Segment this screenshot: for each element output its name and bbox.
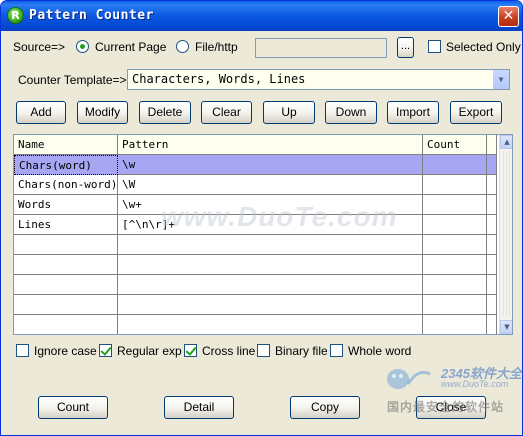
radio-file-http[interactable] <box>176 40 189 53</box>
row-name <box>14 315 118 334</box>
selected-only-label[interactable]: Selected Only <box>446 40 521 54</box>
table-row[interactable] <box>14 275 497 295</box>
row-count <box>423 275 487 295</box>
row-pattern <box>118 315 423 334</box>
source-label: Source=> <box>13 40 66 54</box>
ignore-case-checkbox[interactable] <box>16 344 29 357</box>
whole-word-checkbox[interactable] <box>330 344 343 357</box>
row-filler <box>487 315 497 334</box>
scrollbar-thumb[interactable] <box>501 151 512 316</box>
delete-button[interactable]: Delete <box>139 101 191 124</box>
ignore-case-label[interactable]: Ignore case <box>34 344 97 358</box>
watermark-logo-icon <box>387 369 431 389</box>
row-filler <box>487 215 497 235</box>
count-button[interactable]: Count <box>38 396 108 419</box>
counter-template-label: Counter Template=> <box>18 73 127 87</box>
row-filler <box>487 275 497 295</box>
row-pattern <box>118 255 423 275</box>
row-count <box>423 175 487 195</box>
row-name: Words <box>14 195 118 215</box>
scroll-up-icon[interactable]: ▲ <box>500 135 512 149</box>
table-row[interactable] <box>14 235 497 255</box>
row-filler <box>487 175 497 195</box>
row-filler <box>487 195 497 215</box>
down-button[interactable]: Down <box>325 101 377 124</box>
source-path-input[interactable] <box>255 38 387 58</box>
row-name <box>14 255 118 275</box>
row-filler <box>487 255 497 275</box>
radio-current-page-label[interactable]: Current Page <box>95 40 166 54</box>
radio-file-http-label[interactable]: File/http <box>195 40 238 54</box>
table-header: Name Pattern Count <box>14 135 497 155</box>
row-name: Lines <box>14 215 118 235</box>
counter-template-value: Characters, Words, Lines <box>132 72 306 86</box>
pattern-table[interactable]: Name Pattern Count Chars(word) \w Chars(… <box>13 134 513 335</box>
table-row[interactable]: Chars(word) \w <box>14 155 497 175</box>
row-pattern: \W <box>118 175 423 195</box>
window-title: Pattern Counter <box>29 8 154 23</box>
import-button[interactable]: Import <box>387 101 439 124</box>
row-count <box>423 235 487 255</box>
watermark-url: www.DuoTe.com <box>441 379 509 389</box>
title-bar[interactable]: R Pattern Counter ✕ <box>1 1 522 31</box>
table-vertical-scrollbar[interactable]: ▲ ▼ <box>499 135 512 334</box>
detail-button[interactable]: Detail <box>164 396 234 419</box>
table-row[interactable] <box>14 255 497 275</box>
column-header-filler <box>487 135 497 155</box>
row-filler <box>487 235 497 255</box>
cross-line-label[interactable]: Cross line <box>202 344 255 358</box>
chevron-down-icon[interactable]: ▼ <box>492 70 509 89</box>
row-count <box>423 195 487 215</box>
row-name: Chars(word) <box>14 155 118 175</box>
table-row[interactable] <box>14 315 497 334</box>
up-button[interactable]: Up <box>263 101 315 124</box>
column-header-pattern[interactable]: Pattern <box>118 135 423 155</box>
column-header-name[interactable]: Name <box>14 135 118 155</box>
column-header-count[interactable]: Count <box>423 135 487 155</box>
row-name <box>14 295 118 315</box>
selected-only-checkbox[interactable] <box>428 40 441 53</box>
add-button[interactable]: Add <box>16 101 66 124</box>
table-row[interactable] <box>14 295 497 315</box>
row-count <box>423 295 487 315</box>
row-name: Chars(non-word) <box>14 175 118 195</box>
close-window-button[interactable]: ✕ <box>498 6 519 27</box>
row-filler <box>487 295 497 315</box>
table-row[interactable]: Chars(non-word) \W <box>14 175 497 195</box>
pattern-counter-window: R Pattern Counter ✕ Source=> Current Pag… <box>0 0 523 436</box>
export-button[interactable]: Export <box>450 101 502 124</box>
row-name <box>14 275 118 295</box>
row-filler <box>487 155 497 175</box>
counter-template-select[interactable]: Characters, Words, Lines ▼ <box>127 69 510 90</box>
row-count <box>423 155 487 175</box>
clear-button[interactable]: Clear <box>201 101 252 124</box>
app-icon: R <box>7 7 24 24</box>
watermark-text: www.DuoTe.com <box>161 201 398 232</box>
row-pattern: \w <box>118 155 423 175</box>
watermark-slogan: 国内最安全的软件站 <box>387 400 505 414</box>
scroll-down-icon[interactable]: ▼ <box>500 320 512 334</box>
binary-file-checkbox[interactable] <box>257 344 270 357</box>
row-pattern <box>118 295 423 315</box>
copy-button[interactable]: Copy <box>290 396 360 419</box>
whole-word-label[interactable]: Whole word <box>348 344 411 358</box>
row-pattern <box>118 275 423 295</box>
row-count <box>423 255 487 275</box>
row-pattern <box>118 235 423 255</box>
row-name <box>14 235 118 255</box>
regular-exp-checkbox[interactable] <box>99 344 112 357</box>
regular-exp-label[interactable]: Regular exp <box>117 344 182 358</box>
cross-line-checkbox[interactable] <box>184 344 197 357</box>
binary-file-label[interactable]: Binary file <box>275 344 328 358</box>
modify-button[interactable]: Modify <box>77 101 128 124</box>
radio-current-page[interactable] <box>76 40 89 53</box>
row-count <box>423 215 487 235</box>
row-count <box>423 315 487 334</box>
browse-button[interactable]: ... <box>397 37 414 58</box>
